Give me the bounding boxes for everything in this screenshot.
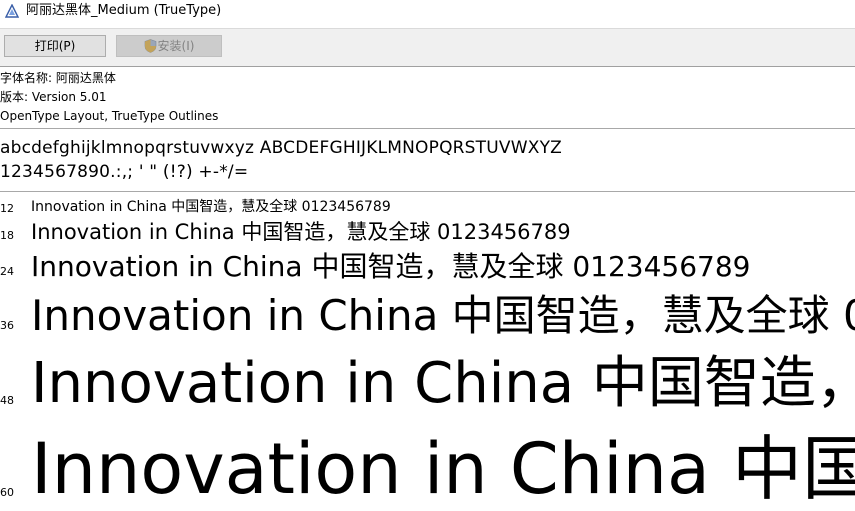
sample-text-60: Innovation in China 中国智造，慧及全球 0123456789 [31,428,855,510]
outlines-line: OpenType Layout, TrueType Outlines [0,109,219,123]
sample-text-36: Innovation in China 中国智造，慧及全球 0123456789 [31,291,855,340]
charset-letters: abcdefghijklmnopqrstuvwxyz ABCDEFGHIJKLM… [0,138,563,158]
toolbar-divider [0,66,855,67]
size-label-36: 36 [0,319,14,332]
version-line: 版本: Version 5.01 [0,90,107,104]
size-label-48: 48 [0,394,14,407]
uac-shield-icon [144,39,156,53]
charset-symbols: 1234567890.:,; ' " (!?) +-*/= [0,162,249,182]
sample-text-48: Innovation in China 中国智造，慧及全球 0123456789 [31,351,855,416]
sample-text-12: Innovation in China 中国智造，慧及全球 0123456789 [31,199,391,215]
window-title: 阿丽达黑体_Medium (TrueType) [26,3,222,18]
charset-divider [0,191,855,192]
info-divider [0,128,855,129]
size-label-60: 60 [0,486,14,499]
title-bar: 阿丽达黑体_Medium (TrueType) [0,0,855,22]
print-button[interactable]: 打印(P) [4,35,106,57]
font-name-line: 字体名称: 阿丽达黑体 [0,71,116,85]
toolbar: 打印(P) 安装(I) [0,28,855,67]
size-label-18: 18 [0,229,14,242]
sample-text-18: Innovation in China 中国智造，慧及全球 0123456789 [31,220,571,244]
install-button[interactable]: 安装(I) [116,35,222,57]
size-label-24: 24 [0,265,14,278]
install-button-label: 安装(I) [157,39,195,53]
sample-text-24: Innovation in China 中国智造，慧及全球 0123456789 [31,250,751,283]
font-viewer-icon [5,4,19,18]
size-label-12: 12 [0,202,14,215]
